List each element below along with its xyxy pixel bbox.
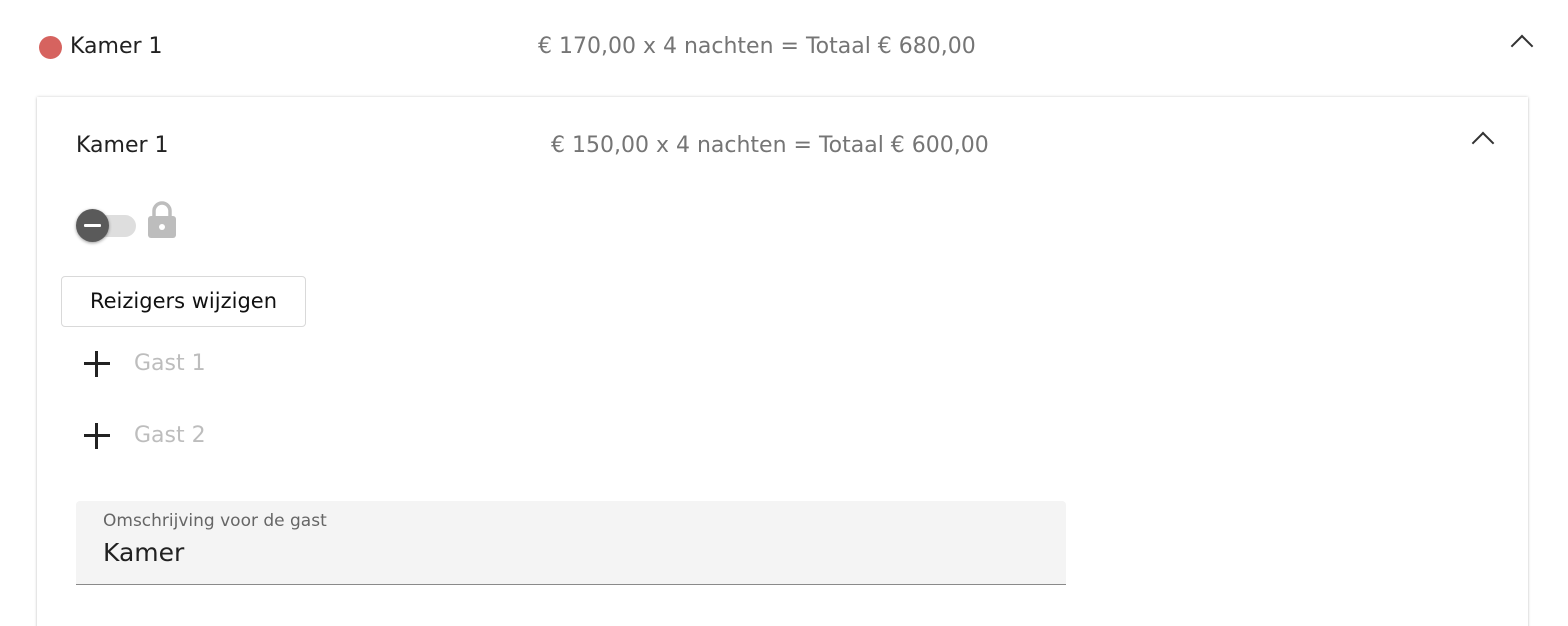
guest-row[interactable]: Gast 2 (84, 417, 484, 457)
chevron-up-icon[interactable] (1471, 131, 1495, 155)
page: Kamer 1 € 170,00 x 4 nachten = Totaal € … (0, 0, 1568, 626)
guest-label: Gast 2 (134, 423, 206, 448)
room-header[interactable]: Kamer 1 € 170,00 x 4 nachten = Totaal € … (0, 0, 1568, 96)
room-price-summary: € 170,00 x 4 nachten = Totaal € 680,00 (538, 34, 976, 59)
guest-description-field[interactable]: Omschrijving voor de gast (76, 501, 1066, 585)
guest-row[interactable]: Gast 1 (84, 345, 484, 385)
field-label: Omschrijving voor de gast (103, 511, 327, 531)
lock-icon (148, 201, 176, 238)
edit-travelers-button[interactable]: Reizigers wijzigen (61, 276, 306, 327)
card-title: Kamer 1 (76, 133, 169, 158)
toggle-thumb[interactable] (76, 209, 109, 242)
card-price-summary: € 150,00 x 4 nachten = Totaal € 600,00 (551, 133, 989, 158)
plus-icon[interactable] (84, 351, 110, 377)
guest-label: Gast 1 (134, 351, 206, 376)
plus-icon[interactable] (84, 423, 110, 449)
room-title: Kamer 1 (70, 34, 163, 59)
guest-description-input[interactable] (103, 535, 1043, 569)
chevron-up-icon[interactable] (1510, 34, 1534, 58)
room-detail-card: Kamer 1 € 150,00 x 4 nachten = Totaal € … (37, 97, 1528, 626)
status-dot (39, 36, 62, 59)
